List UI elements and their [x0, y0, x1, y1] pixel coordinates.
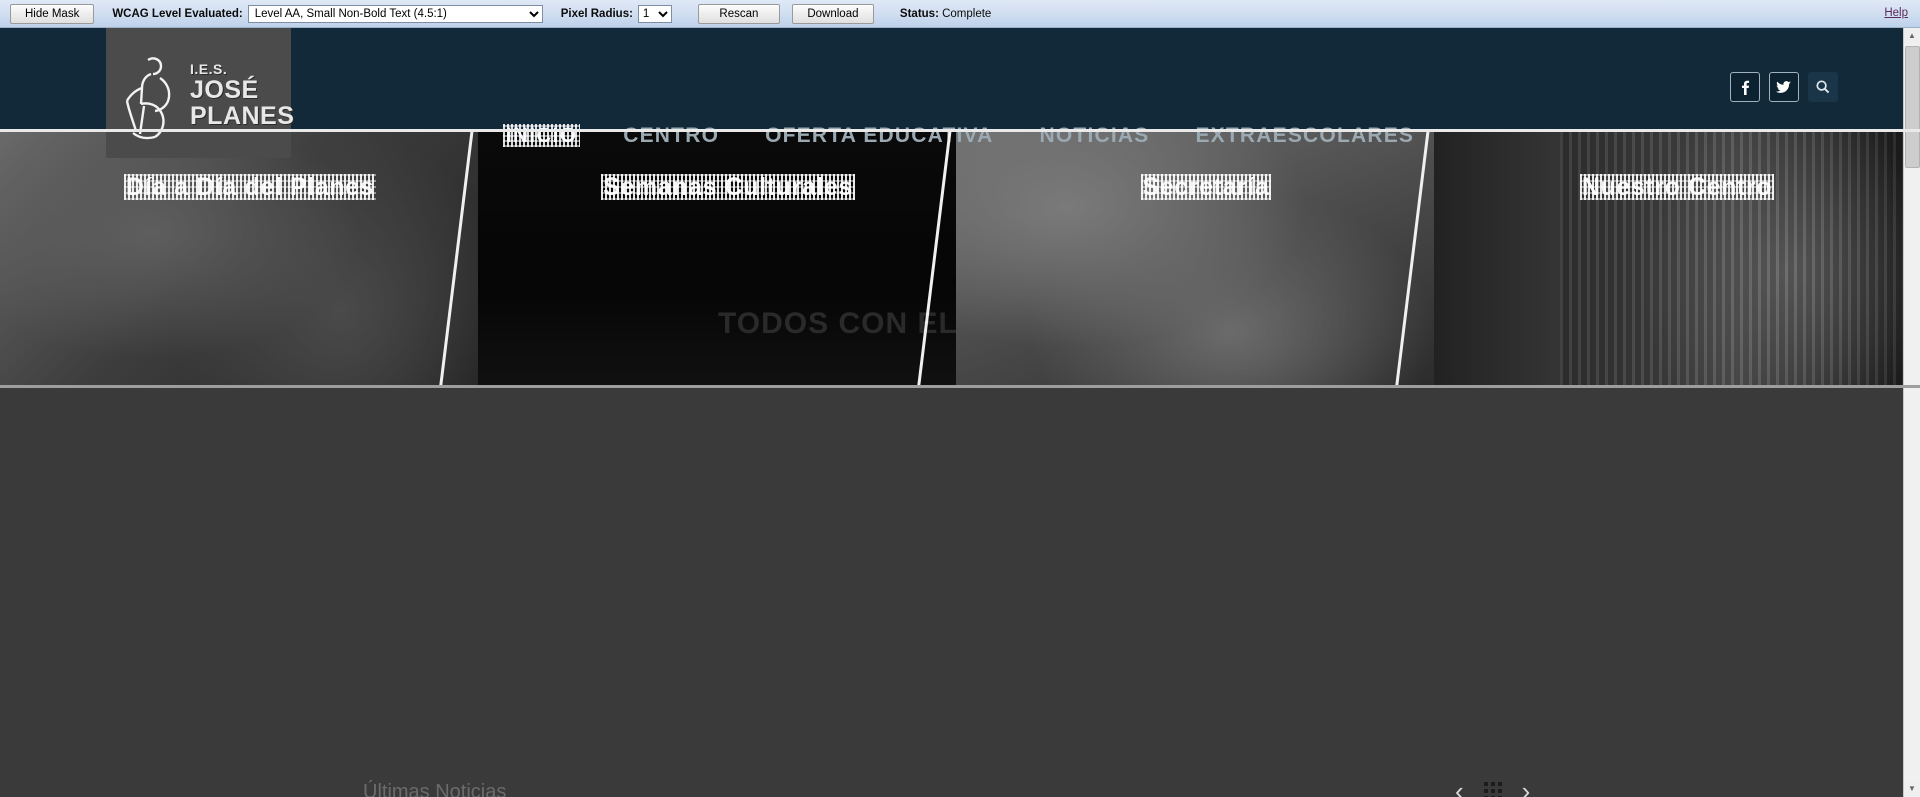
logo-line-2: JOSÉ — [190, 76, 259, 104]
status-label: Status: — [899, 7, 939, 20]
search-icon[interactable] — [1808, 72, 1838, 102]
scroll-up-icon[interactable]: ▲ — [1904, 28, 1920, 44]
evaluated-page: INICIO CENTRO OFERTA EDUCATIVA NOTICIAS … — [0, 28, 1920, 797]
logo-line-3: PLANES — [190, 102, 295, 130]
latest-news-heading: Últimas Noticias — [363, 781, 507, 797]
wcag-level-select[interactable]: Level AA, Small Non-Bold Text (4.5:1) — [247, 4, 543, 23]
twitter-icon[interactable] — [1769, 72, 1799, 102]
banner-label: Semanas Culturales — [601, 173, 855, 201]
rescan-button[interactable]: Rescan — [697, 3, 780, 24]
nav-item-extraescolares[interactable]: EXTRAESCOLARES — [1195, 124, 1414, 148]
banner-bottom-divider — [0, 385, 1920, 388]
sculpture-logo-icon — [125, 57, 171, 140]
nav-item-noticias[interactable]: NOTICIAS — [1040, 124, 1150, 148]
hide-mask-button[interactable]: Hide Mask — [10, 3, 95, 24]
download-button[interactable]: Download — [791, 3, 874, 24]
pixel-radius-label: Pixel Radius: — [560, 7, 633, 20]
logo-wordmark: I.E.S. JOSÉ PLANES — [190, 62, 294, 129]
facebook-icon[interactable] — [1730, 72, 1760, 102]
carousel-next-icon[interactable]: › — [1522, 778, 1531, 797]
carousel-prev-icon[interactable]: ‹ — [1455, 778, 1464, 797]
nav-item-oferta-educativa[interactable]: OFERTA EDUCATIVA — [765, 124, 993, 148]
wcag-level-label: WCAG Level Evaluated: — [112, 7, 243, 20]
banner-label: Día a Día del Planes — [123, 173, 377, 201]
status-value: Complete — [942, 7, 992, 20]
status-indicator: Status: Complete — [900, 8, 991, 20]
nav-item-label: INICIO — [505, 124, 578, 147]
help-link[interactable]: Help — [1884, 7, 1908, 19]
banner-label: Secretaría — [1140, 173, 1272, 201]
nav-item-inicio[interactable]: INICIO — [502, 124, 581, 148]
logo-line-1: I.E.S. — [190, 61, 228, 77]
news-carousel-controls: ‹ › — [1455, 778, 1530, 797]
nav-item-centro[interactable]: CENTRO — [623, 124, 719, 148]
banner-top-divider — [0, 129, 1920, 132]
pixel-radius-select[interactable]: 1 — [637, 4, 672, 23]
social-links — [1730, 72, 1838, 102]
latest-news-section: Últimas Noticias ‹ › Para acceder a la a… — [0, 388, 1920, 797]
carousel-grid-icon[interactable] — [1483, 782, 1502, 797]
banner-ghost-text: TODOS CON EL MEDIO AMBIENTE — [718, 307, 978, 340]
scroll-down-icon[interactable]: ▼ — [1904, 781, 1920, 797]
site-logo[interactable]: I.E.S. JOSÉ PLANES — [106, 28, 294, 158]
banner-label: Nuestro Centro — [1579, 173, 1775, 201]
wcag-toolbar: Hide Mask WCAG Level Evaluated: Level AA… — [0, 0, 1920, 28]
